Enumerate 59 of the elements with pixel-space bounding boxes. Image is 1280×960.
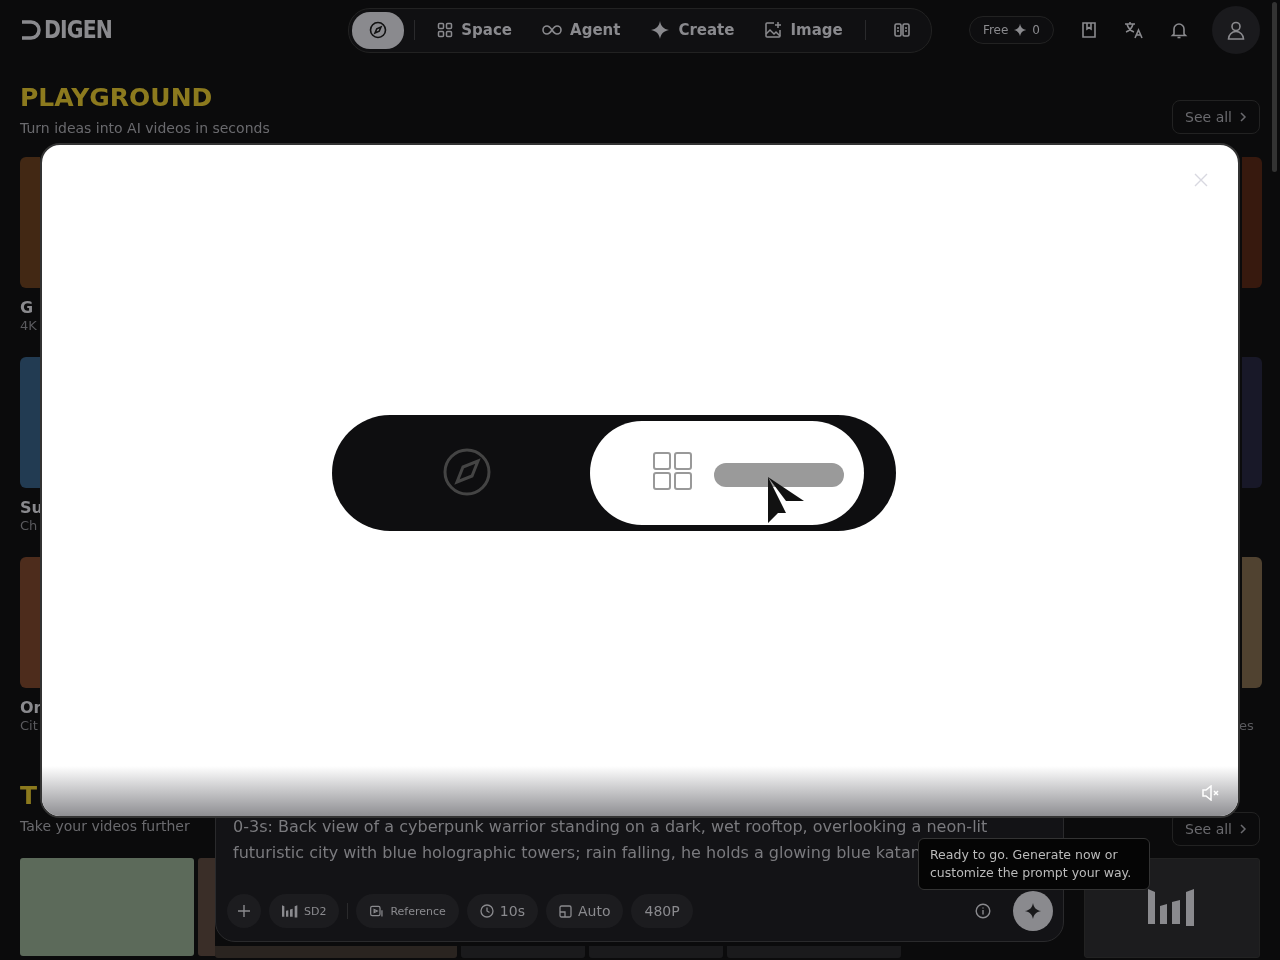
nav-tab[interactable]: Create [638, 12, 747, 48]
bars-logo-icon [1148, 889, 1196, 927]
logo[interactable]: DIGEN [20, 16, 349, 44]
photo-placeholder[interactable] [20, 858, 194, 956]
video-thumbnail[interactable] [20, 357, 40, 488]
explore-tab[interactable] [352, 11, 405, 49]
avatar-button[interactable] [1212, 6, 1260, 54]
infinity-icon [542, 24, 563, 36]
logo-text: DIGEN [44, 16, 113, 44]
tooltip: Ready to go. Generate now or customize the prompt your way. [918, 838, 1150, 890]
video-thumbnail[interactable] [20, 157, 40, 288]
section-title: PLAYGROUND [20, 84, 214, 112]
compass-icon [369, 21, 388, 39]
card-title: Or [20, 698, 40, 718]
info-icon[interactable] [975, 903, 991, 919]
chevron-right-icon [1239, 824, 1247, 834]
video-thumbnail[interactable] [1242, 557, 1262, 688]
duration-button[interactable]: 10s [466, 894, 538, 928]
card-subtitle: 4K [20, 318, 38, 335]
model-button[interactable]: SD2 [269, 894, 340, 928]
card-title: G [20, 298, 35, 318]
nav-tab[interactable]: Agent [530, 13, 633, 47]
aspect-ratio-icon [558, 904, 572, 918]
reference-button[interactable]: Reference [356, 894, 459, 928]
generate-button[interactable] [1013, 891, 1053, 931]
grid-icon [437, 22, 454, 38]
see-all-button[interactable]: See all [1172, 100, 1260, 134]
section-subtitle: Turn ideas into AI videos in seconds [20, 120, 270, 136]
scrollbar-thumb[interactable] [1272, 2, 1277, 172]
user-icon [1226, 20, 1246, 40]
card-subtitle: es [1239, 718, 1255, 735]
logo-icon [20, 19, 42, 41]
card-subtitle: Cit [20, 718, 39, 735]
photo-placeholder[interactable] [198, 858, 215, 956]
video-thumbnail[interactable] [20, 557, 40, 688]
aspect-ratio-button[interactable]: Auto [545, 894, 624, 928]
section-subtitle: Take your videos further [20, 818, 190, 834]
resolution-button[interactable]: 480P [631, 894, 693, 928]
section-title: T [20, 782, 39, 810]
clock-icon [479, 904, 494, 918]
bars-logo-icon [282, 904, 298, 918]
close-icon[interactable] [1194, 173, 1208, 187]
book-icon [892, 21, 911, 39]
add-button[interactable] [227, 894, 261, 928]
video-thumbnail[interactable] [1242, 357, 1262, 488]
video-thumbnail[interactable] [1242, 157, 1262, 288]
chevron-right-icon [1239, 112, 1247, 122]
bell-icon[interactable] [1170, 21, 1188, 39]
translate-icon[interactable] [1124, 21, 1144, 39]
nav-tab[interactable]: Image [752, 13, 855, 47]
plus-icon [238, 905, 250, 917]
sparkle-icon [1013, 23, 1028, 37]
photo-placeholder[interactable] [215, 946, 457, 958]
sparkle-icon [1024, 902, 1042, 920]
credits-button[interactable]: Free 0 [968, 16, 1054, 44]
muted-speaker-icon[interactable] [1202, 785, 1220, 801]
nav-tab[interactable]: Space [425, 13, 525, 47]
card-subtitle: Ch [20, 518, 39, 535]
bookmark-book-icon[interactable] [1080, 21, 1098, 39]
